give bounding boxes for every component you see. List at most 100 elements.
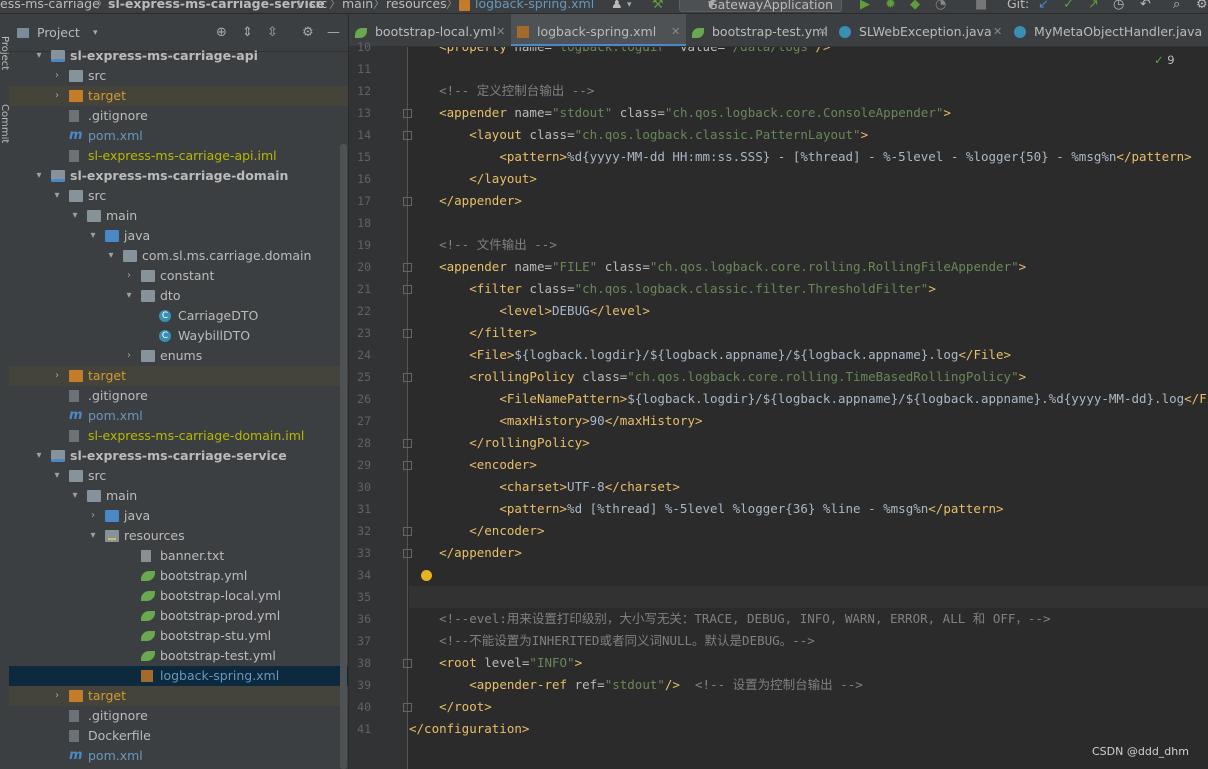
chevron-down-icon[interactable]: ▾ xyxy=(51,186,63,206)
chevron-down-icon[interactable]: ▾ xyxy=(69,486,81,506)
tree-item[interactable]: sl-express-ms-carriage-api.iml xyxy=(9,146,348,166)
close-tab-icon[interactable]: ✕ xyxy=(671,14,680,46)
close-tab-icon[interactable]: ✕ xyxy=(496,14,505,46)
chevron-down-icon[interactable]: ▾ xyxy=(123,286,135,306)
close-tab-icon[interactable]: ✕ xyxy=(993,14,1002,46)
spring-yml-icon xyxy=(141,611,155,621)
tree-item[interactable]: .gitignore xyxy=(9,386,348,406)
editor-tab[interactable]: bootstrap-test.yml ✕ xyxy=(686,14,833,46)
tree-item[interactable]: .gitignore xyxy=(9,106,348,126)
tree-item[interactable]: banner.txt xyxy=(9,546,348,566)
chevron-right-icon[interactable]: › xyxy=(51,86,63,106)
tree-item[interactable]: › target xyxy=(9,86,348,106)
line-number: 23 xyxy=(357,326,371,340)
tree-item[interactable]: › constant xyxy=(9,266,348,286)
breadcrumb-item[interactable]: sl-express-ms-carriage-service xyxy=(108,0,325,10)
tree-item[interactable]: ▾ sl-express-ms-carriage-service xyxy=(9,446,348,466)
chevron-down-icon[interactable]: ▾ xyxy=(69,206,81,226)
rollback-icon[interactable]: ↶ xyxy=(1140,0,1151,12)
tree-item[interactable]: ▾ src xyxy=(9,466,348,486)
tree-item[interactable]: ▾ sl-express-ms-carriage-api xyxy=(9,46,348,66)
git-push-icon[interactable]: ↗ xyxy=(1088,0,1099,12)
git-commit-icon[interactable]: ✓ xyxy=(1063,0,1074,12)
chevron-right-icon[interactable]: › xyxy=(51,686,63,706)
editor-tab-label: bootstrap-local.yml xyxy=(375,24,496,39)
lightbulb-icon[interactable] xyxy=(421,570,432,581)
chevron-down-icon[interactable]: ▾ xyxy=(33,166,45,186)
editor-tab[interactable]: SLWebException.java ✕ xyxy=(833,14,1008,46)
tree-item[interactable]: .gitignore xyxy=(9,706,348,726)
tree-item[interactable]: ▾ java xyxy=(9,226,348,246)
code-editor[interactable]: <property name="logback.logdir" value="/… xyxy=(409,47,1208,769)
chevron-down-icon[interactable]: ▾ xyxy=(627,0,632,12)
history-icon[interactable]: ◷ xyxy=(1113,0,1124,12)
tree-item[interactable]: ▾ dto xyxy=(9,286,348,306)
package-icon xyxy=(123,250,137,262)
project-tree-scrollbar[interactable] xyxy=(340,144,347,769)
iml-file-icon xyxy=(69,150,79,162)
tree-item[interactable]: m pom.xml xyxy=(9,406,348,426)
chevron-down-icon[interactable]: ▾ xyxy=(33,46,45,66)
search-icon[interactable]: ⌕ xyxy=(1173,0,1180,12)
stop-icon[interactable]: ■ xyxy=(975,0,987,12)
tree-item[interactable]: C CarriageDTO xyxy=(9,306,348,326)
breadcrumb-item[interactable]: src xyxy=(309,0,327,10)
tree-item[interactable]: ▾ main xyxy=(9,206,348,226)
tree-item[interactable]: › target xyxy=(9,686,348,706)
tree-item[interactable]: sl-express-ms-carriage-domain.iml xyxy=(9,426,348,446)
inspection-widget[interactable]: ✓ 9 xyxy=(1154,53,1175,67)
tree-item[interactable]: m pom.xml xyxy=(9,126,348,146)
chevron-down-icon[interactable]: ▾ xyxy=(33,446,45,466)
profile-icon[interactable]: ◔ xyxy=(935,0,946,12)
code-line: <filter class="ch.qos.logback.classic.fi… xyxy=(469,281,936,296)
tree-item[interactable]: › src xyxy=(9,66,348,86)
excluded-folder-icon xyxy=(69,370,83,382)
tree-item[interactable]: logback-spring.xml xyxy=(9,666,348,686)
chevron-down-icon[interactable]: ▾ xyxy=(87,526,99,546)
tree-item[interactable]: C WaybillDTO xyxy=(9,326,348,346)
tree-item[interactable]: ▾ src xyxy=(9,186,348,206)
chevron-down-icon[interactable]: ▾ xyxy=(51,466,63,486)
run-configuration-select[interactable]: GatewayApplication ▼ xyxy=(679,0,842,12)
breadcrumb-item[interactable]: main xyxy=(342,0,373,10)
settings-icon[interactable]: ⚙ xyxy=(1196,0,1208,12)
tree-item-label: src xyxy=(88,68,107,83)
code-line: <!-- 文件输出 --> xyxy=(439,237,557,252)
chevron-right-icon[interactable]: › xyxy=(87,506,99,526)
tree-item[interactable]: ▾ sl-express-ms-carriage-domain xyxy=(9,166,348,186)
chevron-right-icon[interactable]: › xyxy=(123,346,135,366)
tree-item[interactable]: bootstrap.yml xyxy=(9,566,348,586)
tree-item[interactable]: bootstrap-stu.yml xyxy=(9,626,348,646)
editor-tab[interactable]: logback-spring.xml ✕ xyxy=(511,14,686,46)
chevron-right-icon[interactable]: › xyxy=(123,266,135,286)
close-tab-icon[interactable]: ✕ xyxy=(818,14,827,46)
build-hammer-icon[interactable]: ⚒ xyxy=(652,0,664,12)
tree-item[interactable]: Dockerfile xyxy=(9,726,348,746)
tree-item[interactable]: ▾ main xyxy=(9,486,348,506)
breadcrumb-item[interactable]: ess-ms-carriage xyxy=(0,0,100,10)
editor-tab[interactable]: bootstrap-local.yml ✕ xyxy=(349,14,511,46)
tree-item[interactable]: › java xyxy=(9,506,348,526)
tree-item[interactable]: › enums xyxy=(9,346,348,366)
chevron-down-icon[interactable]: ▾ xyxy=(87,226,99,246)
debug-icon[interactable]: ✹ xyxy=(885,0,896,12)
chevron-down-icon[interactable]: ▾ xyxy=(105,246,117,266)
chevron-right-icon[interactable]: › xyxy=(51,66,63,86)
tree-item[interactable]: m pom.xml xyxy=(9,746,348,766)
breadcrumb-item-current[interactable]: logback-spring.xml xyxy=(475,0,594,10)
tree-item[interactable]: ▾ resources xyxy=(9,526,348,546)
breadcrumb-item[interactable]: resources xyxy=(386,0,447,10)
tree-item[interactable]: ▾ com.sl.ms.carriage.domain xyxy=(9,246,348,266)
user-icon[interactable]: ♟ xyxy=(611,0,623,12)
chevron-right-icon[interactable]: › xyxy=(51,366,63,386)
git-update-icon[interactable]: ↙ xyxy=(1038,0,1049,12)
line-number: 32 xyxy=(357,524,371,538)
coverage-icon[interactable]: ◆ xyxy=(910,0,920,12)
tree-item[interactable]: › target xyxy=(9,366,348,386)
tree-item[interactable]: bootstrap-local.yml xyxy=(9,586,348,606)
tree-item[interactable]: bootstrap-prod.yml xyxy=(9,606,348,626)
run-icon[interactable]: ▶ xyxy=(860,0,870,12)
tree-item[interactable]: bootstrap-test.yml xyxy=(9,646,348,666)
editor-tab[interactable]: MyMetaObjectHandler.java xyxy=(1008,14,1208,46)
